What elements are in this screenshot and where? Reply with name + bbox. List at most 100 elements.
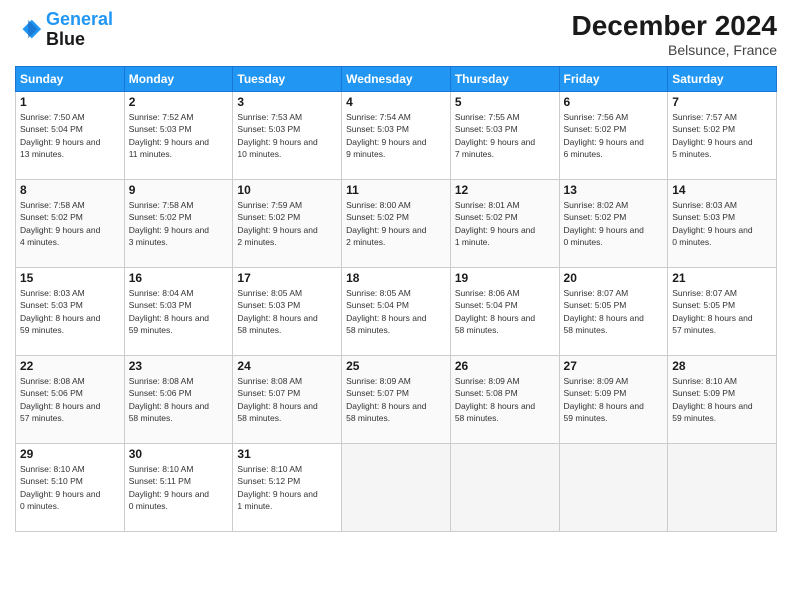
week-row-1: 1 Sunrise: 7:50 AMSunset: 5:04 PMDaylight… xyxy=(16,92,777,180)
day-number: 24 xyxy=(237,359,337,373)
day-number: 6 xyxy=(564,95,664,109)
day-number: 4 xyxy=(346,95,446,109)
day-info: Sunrise: 8:09 AMSunset: 5:09 PMDaylight:… xyxy=(564,375,664,424)
day-number: 27 xyxy=(564,359,664,373)
day-number: 14 xyxy=(672,183,772,197)
day-cell-28: 28 Sunrise: 8:10 AMSunset: 5:09 PMDayligh… xyxy=(668,356,777,444)
day-number: 15 xyxy=(20,271,120,285)
day-info: Sunrise: 8:02 AMSunset: 5:02 PMDaylight:… xyxy=(564,199,664,248)
day-cell-14: 14 Sunrise: 8:03 AMSunset: 5:03 PMDayligh… xyxy=(668,180,777,268)
day-info: Sunrise: 8:10 AMSunset: 5:12 PMDaylight:… xyxy=(237,463,337,512)
day-number: 12 xyxy=(455,183,555,197)
day-number: 30 xyxy=(129,447,229,461)
day-number: 29 xyxy=(20,447,120,461)
day-number: 7 xyxy=(672,95,772,109)
title-area: December 2024 Belsunce, France xyxy=(572,10,777,58)
week-row-3: 15 Sunrise: 8:03 AMSunset: 5:03 PMDayligh… xyxy=(16,268,777,356)
day-number: 20 xyxy=(564,271,664,285)
day-cell-16: 16Sunrise: 8:04 AMSunset: 5:03 PMDayligh… xyxy=(124,268,233,356)
day-cell-1: 1 Sunrise: 7:50 AMSunset: 5:04 PMDaylight… xyxy=(16,92,125,180)
day-cell-17: 17 Sunrise: 8:05 AMSunset: 5:03 PMDayligh… xyxy=(233,268,342,356)
day-info: Sunrise: 8:10 AMSunset: 5:10 PMDaylight:… xyxy=(20,463,120,512)
day-info: Sunrise: 7:58 AMSunset: 5:02 PMDaylight:… xyxy=(129,199,229,248)
day-info: Sunrise: 8:10 AMSunset: 5:09 PMDaylight:… xyxy=(672,375,772,424)
day-cell-27: 27 Sunrise: 8:09 AMSunset: 5:09 PMDayligh… xyxy=(559,356,668,444)
day-number: 16 xyxy=(129,271,229,285)
day-cell-5: 5Sunrise: 7:55 AMSunset: 5:03 PMDaylight… xyxy=(450,92,559,180)
logo: General Blue xyxy=(15,10,113,50)
day-number: 21 xyxy=(672,271,772,285)
col-wednesday: Wednesday xyxy=(342,67,451,92)
day-info: Sunrise: 8:03 AMSunset: 5:03 PMDaylight:… xyxy=(20,287,120,336)
day-cell-30: 30 Sunrise: 8:10 AMSunset: 5:11 PMDayligh… xyxy=(124,444,233,532)
month-title: December 2024 xyxy=(572,10,777,42)
calendar-table: Sunday Monday Tuesday Wednesday Thursday… xyxy=(15,66,777,532)
day-info: Sunrise: 8:07 AMSunset: 5:05 PMDaylight:… xyxy=(564,287,664,336)
day-cell-11: 11Sunrise: 8:00 AMSunset: 5:02 PMDayligh… xyxy=(342,180,451,268)
week-row-5: 29 Sunrise: 8:10 AMSunset: 5:10 PMDayligh… xyxy=(16,444,777,532)
day-number: 1 xyxy=(20,95,120,109)
day-number: 22 xyxy=(20,359,120,373)
day-number: 2 xyxy=(129,95,229,109)
day-cell-23: 23Sunrise: 8:08 AMSunset: 5:06 PMDayligh… xyxy=(124,356,233,444)
day-number: 10 xyxy=(237,183,337,197)
day-number: 11 xyxy=(346,183,446,197)
day-number: 9 xyxy=(129,183,229,197)
col-thursday: Thursday xyxy=(450,67,559,92)
day-info: Sunrise: 8:08 AMSunset: 5:06 PMDaylight:… xyxy=(20,375,120,424)
day-info: Sunrise: 7:55 AMSunset: 5:03 PMDaylight:… xyxy=(455,111,555,160)
day-cell-7: 7 Sunrise: 7:57 AMSunset: 5:02 PMDaylight… xyxy=(668,92,777,180)
day-cell-22: 22 Sunrise: 8:08 AMSunset: 5:06 PMDayligh… xyxy=(16,356,125,444)
col-friday: Friday xyxy=(559,67,668,92)
day-info: Sunrise: 8:05 AMSunset: 5:04 PMDaylight:… xyxy=(346,287,446,336)
day-info: Sunrise: 8:07 AMSunset: 5:05 PMDaylight:… xyxy=(672,287,772,336)
logo-text: General Blue xyxy=(46,10,113,50)
day-info: Sunrise: 7:56 AMSunset: 5:02 PMDaylight:… xyxy=(564,111,664,160)
empty-cell xyxy=(450,444,559,532)
day-info: Sunrise: 8:09 AMSunset: 5:07 PMDaylight:… xyxy=(346,375,446,424)
week-row-4: 22 Sunrise: 8:08 AMSunset: 5:06 PMDayligh… xyxy=(16,356,777,444)
day-cell-21: 21 Sunrise: 8:07 AMSunset: 5:05 PMDayligh… xyxy=(668,268,777,356)
day-info: Sunrise: 8:09 AMSunset: 5:08 PMDaylight:… xyxy=(455,375,555,424)
day-info: Sunrise: 7:53 AMSunset: 5:03 PMDaylight:… xyxy=(237,111,337,160)
day-cell-9: 9 Sunrise: 7:58 AMSunset: 5:02 PMDaylight… xyxy=(124,180,233,268)
day-number: 25 xyxy=(346,359,446,373)
day-number: 28 xyxy=(672,359,772,373)
day-number: 18 xyxy=(346,271,446,285)
day-number: 17 xyxy=(237,271,337,285)
day-number: 26 xyxy=(455,359,555,373)
day-info: Sunrise: 7:58 AMSunset: 5:02 PMDaylight:… xyxy=(20,199,120,248)
day-cell-3: 3 Sunrise: 7:53 AMSunset: 5:03 PMDaylight… xyxy=(233,92,342,180)
empty-cell xyxy=(668,444,777,532)
day-info: Sunrise: 7:50 AMSunset: 5:04 PMDaylight:… xyxy=(20,111,120,160)
day-number: 23 xyxy=(129,359,229,373)
day-cell-26: 26 Sunrise: 8:09 AMSunset: 5:08 PMDayligh… xyxy=(450,356,559,444)
day-cell-8: 8Sunrise: 7:58 AMSunset: 5:02 PMDaylight… xyxy=(16,180,125,268)
day-number: 31 xyxy=(237,447,337,461)
day-info: Sunrise: 8:05 AMSunset: 5:03 PMDaylight:… xyxy=(237,287,337,336)
header: General Blue December 2024 Belsunce, Fra… xyxy=(15,10,777,58)
col-sunday: Sunday xyxy=(16,67,125,92)
day-cell-19: 19 Sunrise: 8:06 AMSunset: 5:04 PMDayligh… xyxy=(450,268,559,356)
day-info: Sunrise: 8:06 AMSunset: 5:04 PMDaylight:… xyxy=(455,287,555,336)
day-cell-2: 2 Sunrise: 7:52 AMSunset: 5:03 PMDaylight… xyxy=(124,92,233,180)
col-monday: Monday xyxy=(124,67,233,92)
empty-cell xyxy=(342,444,451,532)
day-cell-15: 15 Sunrise: 8:03 AMSunset: 5:03 PMDayligh… xyxy=(16,268,125,356)
day-info: Sunrise: 8:10 AMSunset: 5:11 PMDaylight:… xyxy=(129,463,229,512)
day-cell-24: 24Sunrise: 8:08 AMSunset: 5:07 PMDayligh… xyxy=(233,356,342,444)
day-info: Sunrise: 7:52 AMSunset: 5:03 PMDaylight:… xyxy=(129,111,229,160)
day-cell-13: 13 Sunrise: 8:02 AMSunset: 5:02 PMDayligh… xyxy=(559,180,668,268)
calendar-header-row: Sunday Monday Tuesday Wednesday Thursday… xyxy=(16,67,777,92)
day-number: 3 xyxy=(237,95,337,109)
week-row-2: 8Sunrise: 7:58 AMSunset: 5:02 PMDaylight… xyxy=(16,180,777,268)
day-cell-29: 29 Sunrise: 8:10 AMSunset: 5:10 PMDayligh… xyxy=(16,444,125,532)
day-info: Sunrise: 7:54 AMSunset: 5:03 PMDaylight:… xyxy=(346,111,446,160)
day-number: 19 xyxy=(455,271,555,285)
day-cell-6: 6 Sunrise: 7:56 AMSunset: 5:02 PMDaylight… xyxy=(559,92,668,180)
day-info: Sunrise: 7:57 AMSunset: 5:02 PMDaylight:… xyxy=(672,111,772,160)
day-number: 13 xyxy=(564,183,664,197)
day-info: Sunrise: 8:03 AMSunset: 5:03 PMDaylight:… xyxy=(672,199,772,248)
day-cell-20: 20 Sunrise: 8:07 AMSunset: 5:05 PMDayligh… xyxy=(559,268,668,356)
day-cell-10: 10Sunrise: 7:59 AMSunset: 5:02 PMDayligh… xyxy=(233,180,342,268)
